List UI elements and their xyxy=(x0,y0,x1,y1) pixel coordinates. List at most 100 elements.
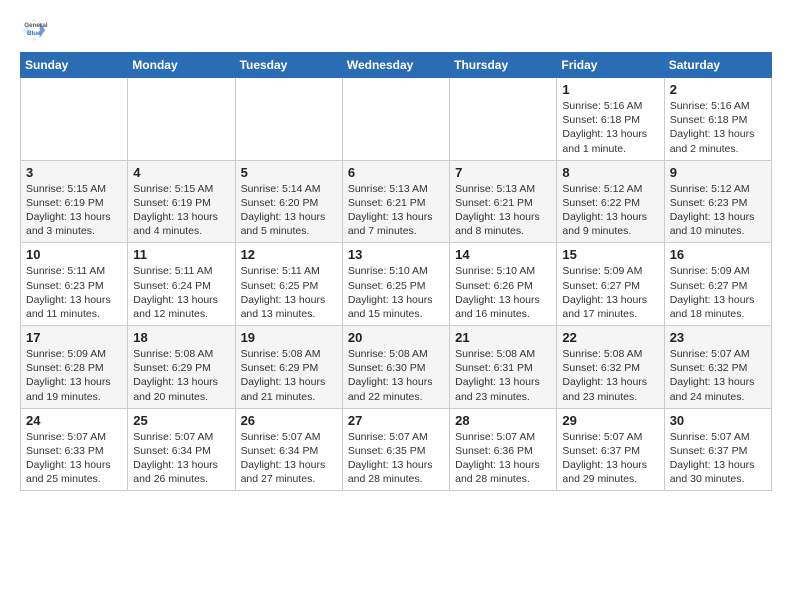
day-number: 28 xyxy=(455,413,551,428)
svg-text:Blue: Blue xyxy=(27,30,41,37)
calendar-header-thursday: Thursday xyxy=(450,53,557,78)
calendar-cell: 19Sunrise: 5:08 AMSunset: 6:29 PMDayligh… xyxy=(235,326,342,409)
calendar-cell: 7 Sunrise: 5:13 AMSunset: 6:21 PMDaylight… xyxy=(450,160,557,243)
day-number: 25 xyxy=(133,413,229,428)
day-number: 14 xyxy=(455,247,551,262)
calendar-week-row: 10Sunrise: 5:11 AMSunset: 6:23 PMDayligh… xyxy=(21,243,772,326)
calendar-cell: 6 Sunrise: 5:13 AMSunset: 6:21 PMDaylight… xyxy=(342,160,449,243)
day-info: Sunrise: 5:11 AMSunset: 6:25 PMDaylight:… xyxy=(241,264,337,321)
day-info: Sunrise: 5:10 AMSunset: 6:25 PMDaylight:… xyxy=(348,264,444,321)
calendar-cell xyxy=(235,78,342,161)
calendar-header-monday: Monday xyxy=(128,53,235,78)
calendar-cell: 2Sunrise: 5:16 AMSunset: 6:18 PMDaylight… xyxy=(664,78,771,161)
day-number: 3 xyxy=(26,165,122,180)
day-number: 1 xyxy=(562,82,658,97)
day-info: Sunrise: 5:10 AMSunset: 6:26 PMDaylight:… xyxy=(455,264,551,321)
calendar-week-row: 1 Sunrise: 5:16 AMSunset: 6:18 PMDaylight… xyxy=(21,78,772,161)
day-info: Sunrise: 5:07 AMSunset: 6:35 PMDaylight:… xyxy=(348,430,444,487)
calendar-cell: 28 Sunrise: 5:07 AMSunset: 6:36 PMDayligh… xyxy=(450,408,557,491)
calendar-cell: 9 Sunrise: 5:12 AMSunset: 6:23 PMDaylight… xyxy=(664,160,771,243)
day-info: Sunrise: 5:09 AMSunset: 6:27 PMDaylight:… xyxy=(562,264,658,321)
day-number: 23 xyxy=(670,330,766,345)
day-number: 6 xyxy=(348,165,444,180)
calendar-header-saturday: Saturday xyxy=(664,53,771,78)
day-info: Sunrise: 5:08 AMSunset: 6:31 PMDaylight:… xyxy=(455,347,551,404)
calendar-header-row: SundayMondayTuesdayWednesdayThursdayFrid… xyxy=(21,53,772,78)
calendar-cell: 8 Sunrise: 5:12 AMSunset: 6:22 PMDaylight… xyxy=(557,160,664,243)
calendar-week-row: 3 Sunrise: 5:15 AMSunset: 6:19 PMDaylight… xyxy=(21,160,772,243)
day-number: 7 xyxy=(455,165,551,180)
day-info: Sunrise: 5:09 AMSunset: 6:28 PMDaylight:… xyxy=(26,347,122,404)
calendar-week-row: 24Sunrise: 5:07 AMSunset: 6:33 PMDayligh… xyxy=(21,408,772,491)
day-number: 30 xyxy=(670,413,766,428)
day-info: Sunrise: 5:16 AMSunset: 6:18 PMDaylight:… xyxy=(562,99,658,156)
day-info: Sunrise: 5:07 AMSunset: 6:32 PMDaylight:… xyxy=(670,347,766,404)
calendar-cell: 10Sunrise: 5:11 AMSunset: 6:23 PMDayligh… xyxy=(21,243,128,326)
day-number: 5 xyxy=(241,165,337,180)
day-info: Sunrise: 5:12 AMSunset: 6:23 PMDaylight:… xyxy=(670,182,766,239)
day-number: 20 xyxy=(348,330,444,345)
calendar-header-tuesday: Tuesday xyxy=(235,53,342,78)
day-info: Sunrise: 5:15 AMSunset: 6:19 PMDaylight:… xyxy=(133,182,229,239)
day-number: 29 xyxy=(562,413,658,428)
calendar-cell: 4 Sunrise: 5:15 AMSunset: 6:19 PMDaylight… xyxy=(128,160,235,243)
calendar-cell: 26 Sunrise: 5:07 AMSunset: 6:34 PMDayligh… xyxy=(235,408,342,491)
svg-text:General: General xyxy=(24,22,48,29)
day-number: 26 xyxy=(241,413,337,428)
calendar-cell: 15Sunrise: 5:09 AMSunset: 6:27 PMDayligh… xyxy=(557,243,664,326)
day-info: Sunrise: 5:07 AMSunset: 6:36 PMDaylight:… xyxy=(455,430,551,487)
day-info: Sunrise: 5:07 AMSunset: 6:37 PMDaylight:… xyxy=(562,430,658,487)
calendar-week-row: 17 Sunrise: 5:09 AMSunset: 6:28 PMDayligh… xyxy=(21,326,772,409)
logo: General Blue xyxy=(20,16,52,44)
logo-icon: General Blue xyxy=(20,16,48,44)
day-number: 17 xyxy=(26,330,122,345)
calendar-cell xyxy=(342,78,449,161)
day-number: 11 xyxy=(133,247,229,262)
calendar-cell: 21 Sunrise: 5:08 AMSunset: 6:31 PMDayligh… xyxy=(450,326,557,409)
calendar-cell: 11 Sunrise: 5:11 AMSunset: 6:24 PMDayligh… xyxy=(128,243,235,326)
day-info: Sunrise: 5:07 AMSunset: 6:37 PMDaylight:… xyxy=(670,430,766,487)
calendar-cell: 13 Sunrise: 5:10 AMSunset: 6:25 PMDayligh… xyxy=(342,243,449,326)
day-info: Sunrise: 5:08 AMSunset: 6:30 PMDaylight:… xyxy=(348,347,444,404)
day-number: 22 xyxy=(562,330,658,345)
day-number: 18 xyxy=(133,330,229,345)
day-info: Sunrise: 5:16 AMSunset: 6:18 PMDaylight:… xyxy=(670,99,766,156)
day-number: 19 xyxy=(241,330,337,345)
day-number: 8 xyxy=(562,165,658,180)
day-info: Sunrise: 5:13 AMSunset: 6:21 PMDaylight:… xyxy=(455,182,551,239)
calendar-cell xyxy=(450,78,557,161)
calendar-cell xyxy=(21,78,128,161)
day-info: Sunrise: 5:08 AMSunset: 6:29 PMDaylight:… xyxy=(133,347,229,404)
calendar-cell: 18 Sunrise: 5:08 AMSunset: 6:29 PMDayligh… xyxy=(128,326,235,409)
day-info: Sunrise: 5:14 AMSunset: 6:20 PMDaylight:… xyxy=(241,182,337,239)
calendar-cell: 20 Sunrise: 5:08 AMSunset: 6:30 PMDayligh… xyxy=(342,326,449,409)
day-info: Sunrise: 5:12 AMSunset: 6:22 PMDaylight:… xyxy=(562,182,658,239)
day-info: Sunrise: 5:08 AMSunset: 6:32 PMDaylight:… xyxy=(562,347,658,404)
calendar-cell: 12Sunrise: 5:11 AMSunset: 6:25 PMDayligh… xyxy=(235,243,342,326)
day-info: Sunrise: 5:09 AMSunset: 6:27 PMDaylight:… xyxy=(670,264,766,321)
day-number: 13 xyxy=(348,247,444,262)
calendar-cell: 3Sunrise: 5:15 AMSunset: 6:19 PMDaylight… xyxy=(21,160,128,243)
calendar-cell: 29 Sunrise: 5:07 AMSunset: 6:37 PMDayligh… xyxy=(557,408,664,491)
day-info: Sunrise: 5:07 AMSunset: 6:34 PMDaylight:… xyxy=(133,430,229,487)
calendar-header-sunday: Sunday xyxy=(21,53,128,78)
calendar-cell: 27Sunrise: 5:07 AMSunset: 6:35 PMDayligh… xyxy=(342,408,449,491)
day-info: Sunrise: 5:11 AMSunset: 6:24 PMDaylight:… xyxy=(133,264,229,321)
day-number: 4 xyxy=(133,165,229,180)
calendar-cell: 30 Sunrise: 5:07 AMSunset: 6:37 PMDayligh… xyxy=(664,408,771,491)
calendar-cell: 1 Sunrise: 5:16 AMSunset: 6:18 PMDaylight… xyxy=(557,78,664,161)
day-info: Sunrise: 5:07 AMSunset: 6:33 PMDaylight:… xyxy=(26,430,122,487)
day-number: 10 xyxy=(26,247,122,262)
day-number: 9 xyxy=(670,165,766,180)
calendar-cell: 16 Sunrise: 5:09 AMSunset: 6:27 PMDayligh… xyxy=(664,243,771,326)
calendar-cell: 5 Sunrise: 5:14 AMSunset: 6:20 PMDaylight… xyxy=(235,160,342,243)
day-info: Sunrise: 5:13 AMSunset: 6:21 PMDaylight:… xyxy=(348,182,444,239)
calendar-header-wednesday: Wednesday xyxy=(342,53,449,78)
calendar-cell: 24Sunrise: 5:07 AMSunset: 6:33 PMDayligh… xyxy=(21,408,128,491)
day-number: 21 xyxy=(455,330,551,345)
calendar-table: SundayMondayTuesdayWednesdayThursdayFrid… xyxy=(20,52,772,491)
day-info: Sunrise: 5:07 AMSunset: 6:34 PMDaylight:… xyxy=(241,430,337,487)
day-number: 16 xyxy=(670,247,766,262)
calendar-cell: 17 Sunrise: 5:09 AMSunset: 6:28 PMDayligh… xyxy=(21,326,128,409)
calendar-header-friday: Friday xyxy=(557,53,664,78)
